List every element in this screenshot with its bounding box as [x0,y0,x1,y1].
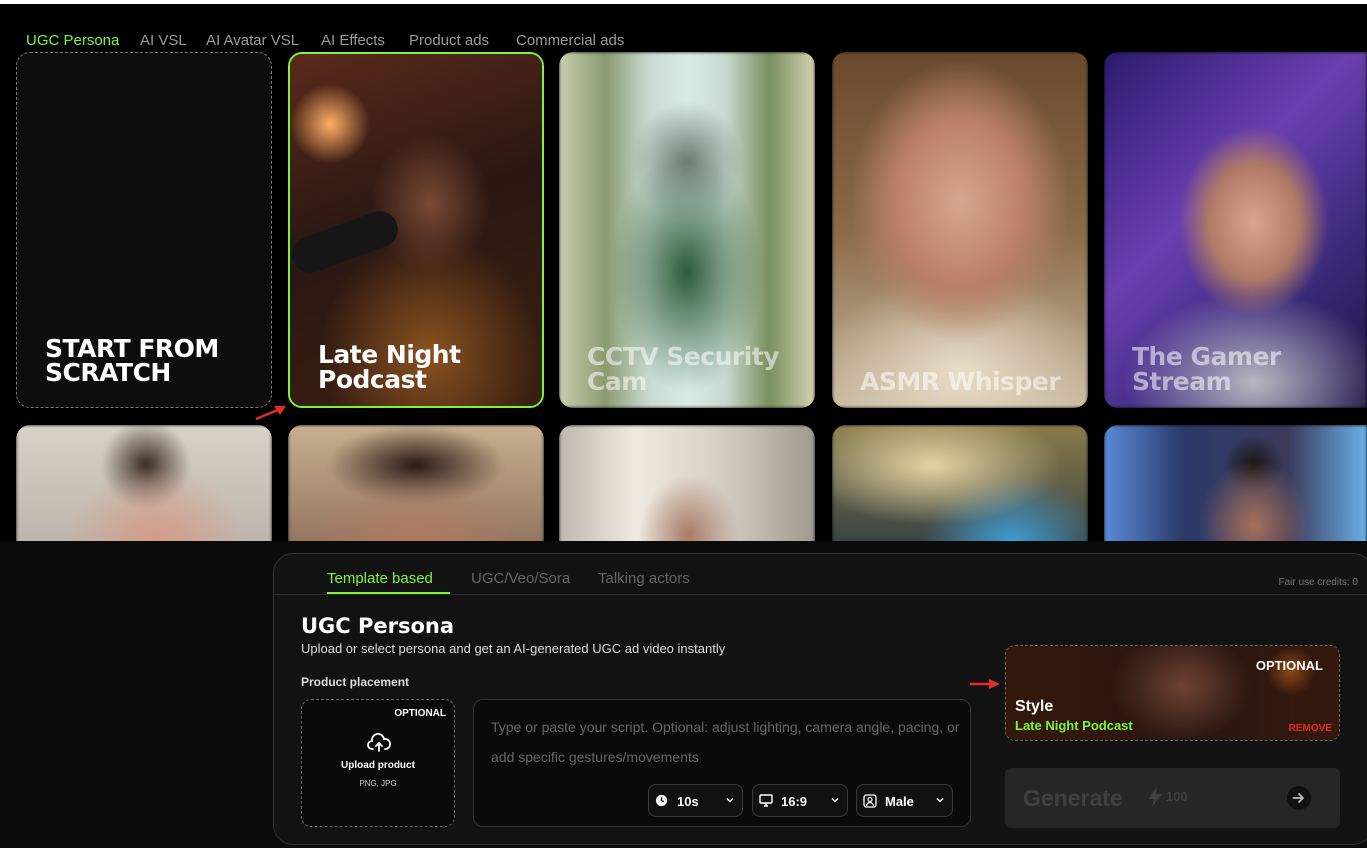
composer-panel: Template based UGC/Veo/Sora Talking acto… [273,553,1367,845]
template-title: ASMR Whisper [860,367,1061,396]
style-label: Style [1015,698,1054,715]
chevron-down-icon [726,797,734,803]
tab-ai-avatar-vsl[interactable]: AI Avatar VSL [206,32,299,49]
upload-product-label: Upload product [341,760,415,771]
gender-select[interactable]: Male [856,784,953,817]
chevron-down-icon [831,797,839,803]
panel-title: UGC Persona [301,614,455,638]
generate-cost: 100 [1166,789,1188,804]
generate-label: Generate [1023,785,1123,811]
template-card-late-night-podcast[interactable]: Late Night Podcast [288,52,544,408]
upload-formats: PNG, JPG [359,779,397,788]
optional-badge: OPTIONAL [394,708,446,719]
aspect-ratio-value: 16:9 [781,794,808,809]
style-value: Late Night Podcast [1015,718,1133,733]
asmr-thumbnail [832,52,1088,408]
tab-commercial-ads[interactable]: Commercial ads [516,32,624,49]
generate-button[interactable]: Generate 100 [1005,768,1340,828]
panel-divider [274,594,1367,595]
template-title: CCTV Security Cam [587,342,780,396]
scratch-label: START FROM SCRATCH [45,334,219,387]
template-card-the-gamer-stream[interactable]: The Gamer Stream [1104,52,1367,408]
script-placeholder: Type or paste your script. Optional: adj… [491,719,960,765]
tab-talking-actors[interactable]: Talking actors [598,570,690,587]
annotation-arrow-icon [255,406,286,421]
tab-ai-vsl[interactable]: AI VSL [140,32,187,49]
product-placement-label: Product placement [301,675,410,689]
tab-ugc-veo-sora[interactable]: UGC/Veo/Sora [471,570,570,587]
remove-style-button[interactable]: REMOVE [1289,723,1332,734]
annotation-arrow-icon [970,679,1000,689]
tab-ai-effects[interactable]: AI Effects [321,32,385,49]
clock-icon [655,794,668,807]
panel-subtitle: Upload or select persona and get an AI-g… [301,641,726,656]
template-card-asmr-whisper[interactable]: ASMR Whisper [832,52,1088,408]
style-selection-card[interactable]: OPTIONAL Style Late Night Podcast REMOVE [1005,645,1340,741]
user-icon [863,794,877,808]
duration-value: 10s [677,794,699,809]
chevron-down-icon [936,797,944,803]
credits-counter: Fair use credits: 0 [1278,577,1358,588]
template-title: Late Night Podcast [318,340,461,394]
tab-product-ads[interactable]: Product ads [409,32,489,49]
optional-badge: OPTIONAL [1255,658,1323,673]
monitor-icon [759,794,773,807]
duration-select[interactable]: 10s [648,784,743,817]
aspect-ratio-select[interactable]: 16:9 [752,784,848,817]
script-input[interactable]: Type or paste your script. Optional: adj… [473,699,971,827]
tab-ugc-persona[interactable]: UGC Persona [26,32,119,49]
upload-product-dropzone[interactable]: OPTIONAL Upload product PNG, JPG [301,699,455,827]
arrow-right-icon [1287,786,1311,810]
template-title: The Gamer Stream [1132,342,1281,396]
template-card-cctv-security-cam[interactable]: CCTV Security Cam [559,52,815,408]
cloud-upload-icon [367,733,391,752]
gender-value: Male [885,794,914,809]
bolt-icon [1148,787,1162,807]
start-from-scratch-card[interactable]: START FROM SCRATCH [16,52,272,408]
tab-template-based[interactable]: Template based [327,570,433,587]
